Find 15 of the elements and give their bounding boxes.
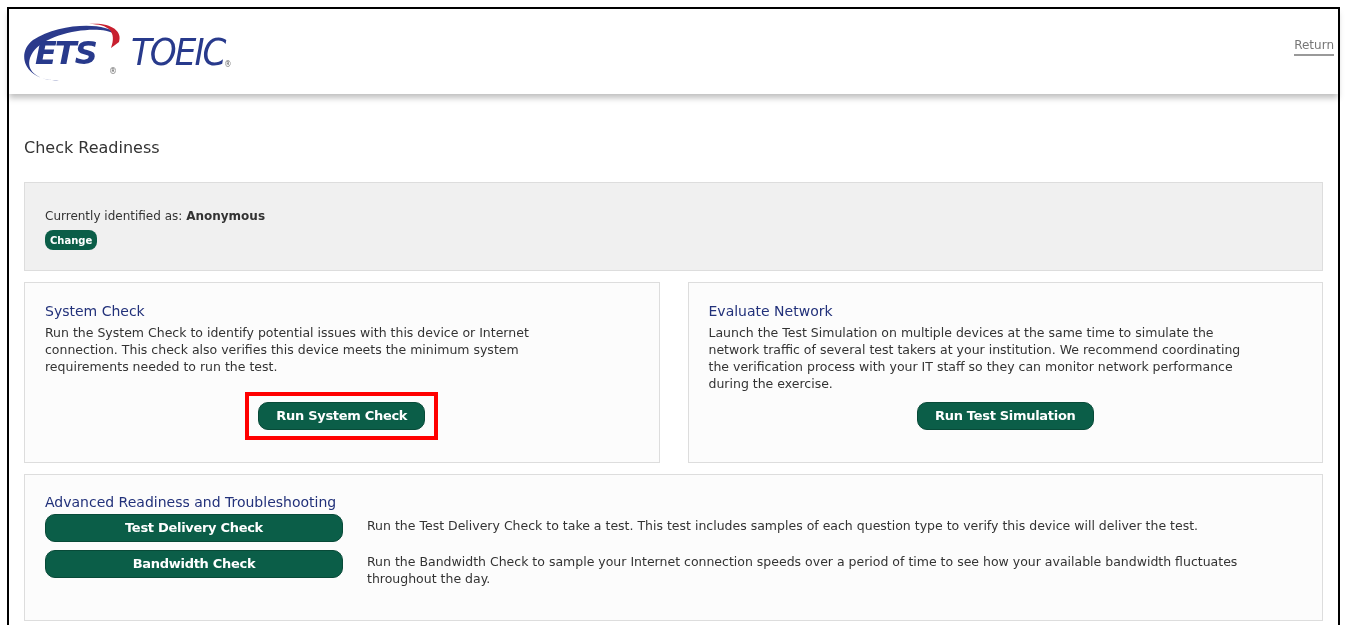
card-description: Run the System Check to identify potential issues with this device or Internet connection. This check also verifies this device meets the minimum system requirements needed to run the test.: [45, 324, 530, 376]
run-button[interactable]: Run Test Simulation: [917, 402, 1094, 430]
card-title: System Check: [45, 302, 146, 321]
change-button[interactable]: Change: [45, 230, 98, 250]
page-title: Check Readiness: [24, 137, 161, 159]
identity-text: Currently identified as: Anonymous: [45, 208, 267, 225]
return-link[interactable]: Return: [1294, 35, 1334, 56]
run-button[interactable]: Run System Check: [258, 402, 426, 430]
check-description: Run the Bandwidth Check to sample your Internet connection speeds over a period of time to see how your available bandwidth fluctuates throughout the day.: [367, 553, 1239, 587]
check-button[interactable]: Bandwidth Check: [45, 550, 343, 578]
check-button[interactable]: Test Delivery Check: [45, 514, 343, 542]
advanced-title: Advanced Readiness and Troubleshooting: [45, 493, 338, 512]
card-title: Evaluate Network: [708, 302, 834, 321]
card-description: Launch the Test Simulation on multiple devices at the same time to simulate the network traffic of several test takers at your institution. We recommend coordinating the verification process with your IT staff so they can monitor network performance during the exercise.: [708, 324, 1242, 393]
check-description: Run the Test Delivery Check to take a test. This test includes samples of each question type to verify this device will deliver the test.: [367, 517, 1199, 534]
